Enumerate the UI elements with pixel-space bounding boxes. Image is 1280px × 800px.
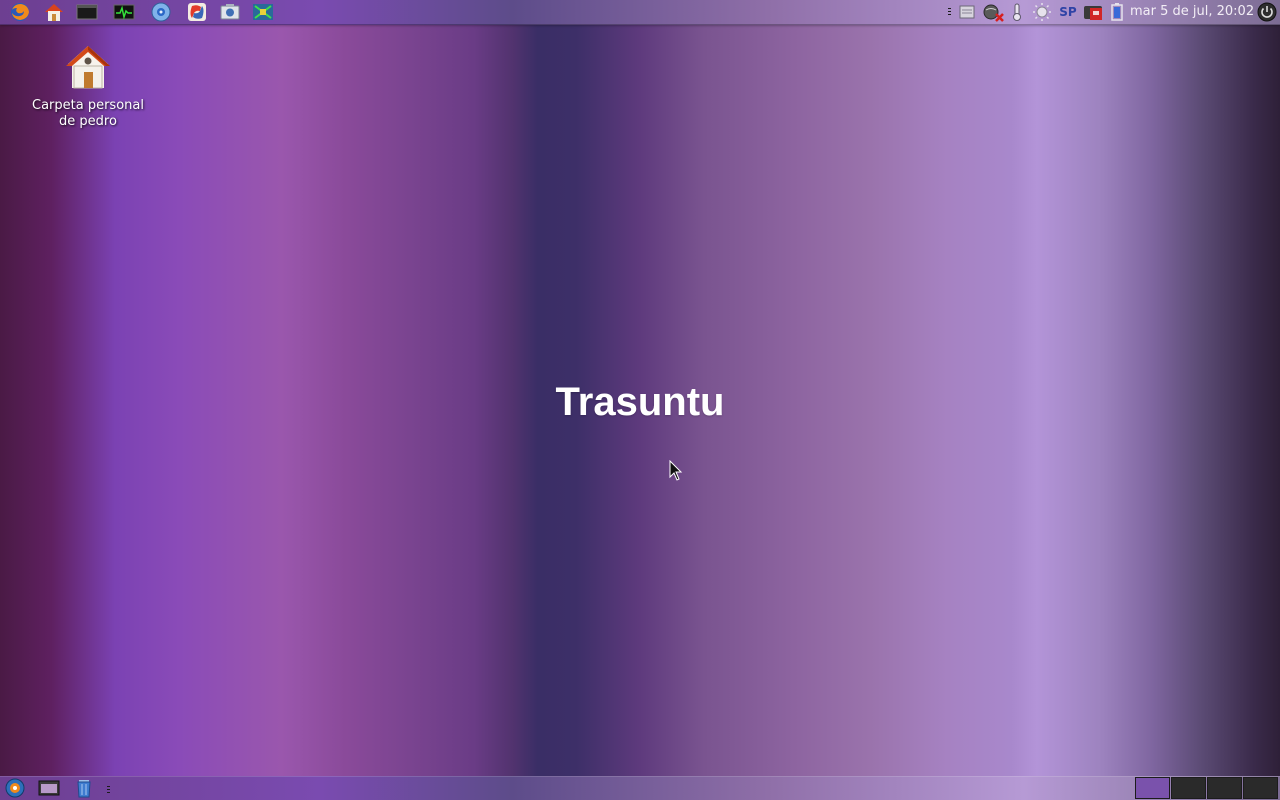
screenshot-launcher[interactable] <box>219 2 241 22</box>
wallpaper-title: Trasuntu <box>555 380 725 424</box>
home-folder-icon <box>45 4 63 21</box>
keyboard-layout-indicator[interactable]: SP <box>1057 2 1079 22</box>
terminal-launcher[interactable] <box>76 2 98 22</box>
system-monitor-launcher[interactable] <box>113 2 135 22</box>
trash-icon <box>77 780 91 798</box>
workspace-3[interactable] <box>1207 777 1242 799</box>
disc-burner-icon <box>151 2 171 22</box>
terminal-icon <box>76 4 98 20</box>
temperature-applet[interactable] <box>1009 2 1025 22</box>
panel-drag-handle[interactable] <box>948 8 951 17</box>
home-folder-icon <box>66 46 110 89</box>
disc-burner-launcher[interactable] <box>150 2 172 22</box>
battery-applet[interactable] <box>1109 2 1125 22</box>
desktop-icon-label: Carpeta personal de pedro <box>32 98 144 129</box>
network-status-applet[interactable] <box>981 2 1005 22</box>
trash-button[interactable] <box>73 778 95 798</box>
bottom-panel <box>0 776 1280 800</box>
show-desktop-button[interactable] <box>4 778 26 798</box>
update-notifier-applet[interactable] <box>1082 2 1106 22</box>
panel-drag-handle[interactable] <box>107 786 110 795</box>
panel-clock[interactable]: mar 5 de jul, 20:02 <box>1130 3 1254 21</box>
firefox-icon <box>11 3 29 21</box>
mouse-cursor-icon <box>669 460 683 481</box>
system-monitor-icon <box>113 4 135 20</box>
screenshot-icon <box>220 4 240 20</box>
brightness-applet[interactable] <box>1031 2 1053 22</box>
update-warning-icon <box>1084 6 1102 20</box>
window-list-button[interactable] <box>38 778 60 798</box>
power-icon <box>1257 2 1277 22</box>
sun-icon <box>1033 3 1051 21</box>
python-launcher[interactable] <box>186 2 208 22</box>
firefox-launcher[interactable] <box>9 2 31 22</box>
network-tool-launcher[interactable] <box>252 2 274 22</box>
python-icon <box>188 3 206 21</box>
clipboard-icon <box>959 5 975 19</box>
show-desktop-icon <box>5 778 25 798</box>
window-list-icon <box>38 780 60 796</box>
thermometer-icon <box>1013 3 1021 21</box>
session-menu-button[interactable] <box>1256 2 1278 22</box>
workspace-2[interactable] <box>1171 777 1206 799</box>
home-launcher[interactable] <box>43 2 65 22</box>
workspace-1[interactable] <box>1135 777 1170 799</box>
keyboard-layout-label: SP <box>1059 5 1077 19</box>
clipboard-applet[interactable] <box>957 2 977 22</box>
battery-icon <box>1111 3 1123 21</box>
top-panel: SP mar 5 de jul, 20:02 <box>0 0 1280 25</box>
network-tool-icon <box>253 4 273 20</box>
desktop-icon-home-folder[interactable]: Carpeta personal de pedro <box>24 44 152 130</box>
workspace-4[interactable] <box>1243 777 1278 799</box>
network-disconnected-icon <box>983 4 1004 22</box>
